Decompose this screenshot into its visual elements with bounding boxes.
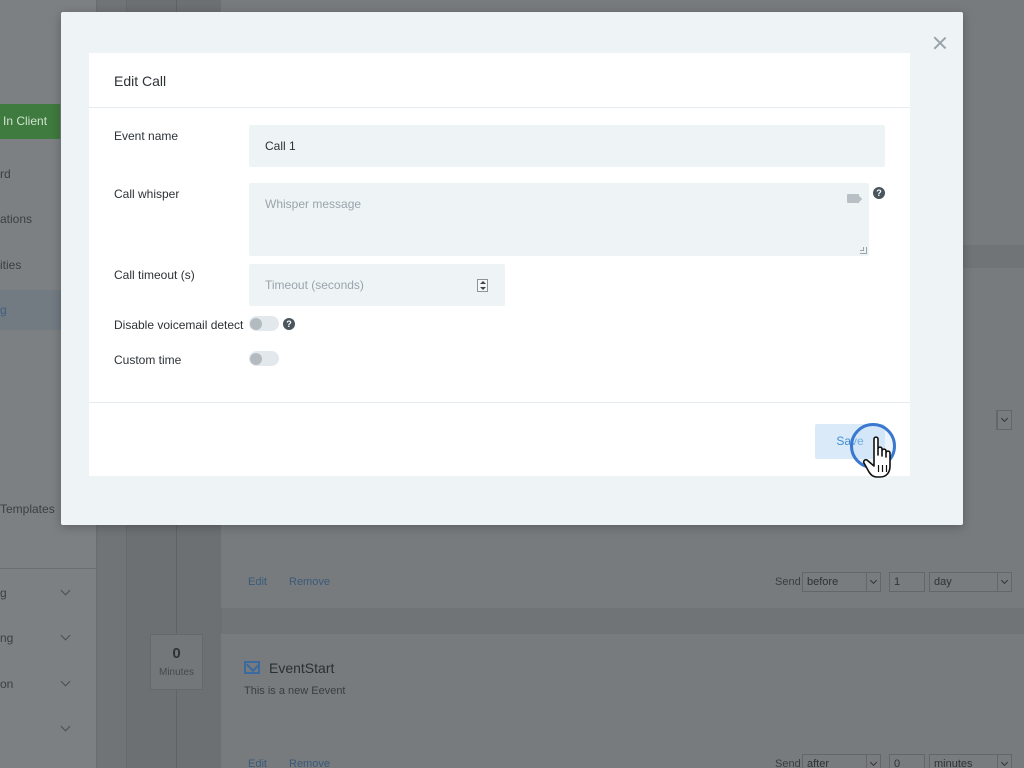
edit-call-modal: Edit Call Event name Call 1 Call whisper… xyxy=(61,12,963,525)
amount-input[interactable]: 0 xyxy=(889,754,925,768)
call-timeout-label: Call timeout (s) xyxy=(114,268,195,282)
modal-footer-divider xyxy=(89,402,910,403)
custom-time-label: Custom time xyxy=(114,353,182,367)
tag-icon[interactable] xyxy=(847,194,859,203)
unit-select[interactable] xyxy=(996,410,1012,430)
relation-select[interactable]: after xyxy=(802,754,881,768)
event-name-value: Call 1 xyxy=(265,139,296,153)
sidebar-group-3[interactable]: on xyxy=(0,677,13,691)
call-whisper-label: Call whisper xyxy=(114,187,180,201)
sidebar-item-automations[interactable]: ations xyxy=(0,212,32,226)
event-name-label: Event name xyxy=(114,129,179,143)
toggle-knob xyxy=(250,317,262,330)
timeline-offset: 0 Minutes xyxy=(150,634,203,690)
event-name-input[interactable]: Call 1 xyxy=(249,125,885,167)
help-icon[interactable]: ? xyxy=(873,187,885,199)
sidebar-item-dashboard[interactable]: rd xyxy=(0,167,11,181)
modal-panel: Edit Call Event name Call 1 Call whisper… xyxy=(89,53,910,476)
save-button[interactable]: Save xyxy=(815,424,885,459)
call-whisper-textarea[interactable]: Whisper message xyxy=(249,183,869,256)
offset-unit: Minutes xyxy=(158,667,194,678)
custom-time-toggle[interactable] xyxy=(249,351,279,366)
mail-icon xyxy=(244,661,260,674)
send-label: Send xyxy=(775,758,801,768)
log-in-client-button[interactable]: In Client xyxy=(0,104,60,139)
sidebar-item-activities[interactable]: ities xyxy=(0,258,21,272)
send-label: Send xyxy=(775,576,801,588)
remove-link[interactable]: Remove xyxy=(289,576,330,588)
stepper-icon[interactable] xyxy=(477,279,488,292)
remove-link[interactable]: Remove xyxy=(289,758,330,768)
sidebar-group-1[interactable]: g xyxy=(0,586,7,600)
toggle-knob xyxy=(250,352,262,365)
help-icon[interactable]: ? xyxy=(283,318,295,330)
event-card xyxy=(221,634,1024,768)
call-whisper-placeholder: Whisper message xyxy=(265,197,362,211)
disable-voicemail-label: Disable voicemail detect xyxy=(114,318,244,332)
sidebar-item-templates[interactable]: Templates xyxy=(0,502,55,516)
edit-link[interactable]: Edit xyxy=(248,576,267,588)
resize-handle[interactable] xyxy=(860,247,867,254)
unit-select[interactable]: day xyxy=(929,572,1012,592)
unit-select[interactable]: minutes xyxy=(929,754,1012,768)
event-title: EventStart xyxy=(269,660,335,676)
relation-select[interactable]: before xyxy=(802,572,881,592)
sidebar-group-2[interactable]: ng xyxy=(0,631,13,645)
call-timeout-input[interactable]: Timeout (seconds) xyxy=(249,264,505,306)
call-timeout-placeholder: Timeout (seconds) xyxy=(265,278,364,292)
edit-link[interactable]: Edit xyxy=(248,758,267,768)
event-description: This is a new Eevent xyxy=(244,685,346,697)
disable-voicemail-toggle[interactable] xyxy=(249,316,279,331)
offset-value: 0 xyxy=(172,645,181,662)
close-icon[interactable] xyxy=(931,34,949,52)
amount-input[interactable]: 1 xyxy=(889,572,925,592)
modal-title: Edit Call xyxy=(89,53,910,108)
sidebar-item-active[interactable]: g xyxy=(0,303,7,317)
sidebar-divider xyxy=(0,568,97,569)
